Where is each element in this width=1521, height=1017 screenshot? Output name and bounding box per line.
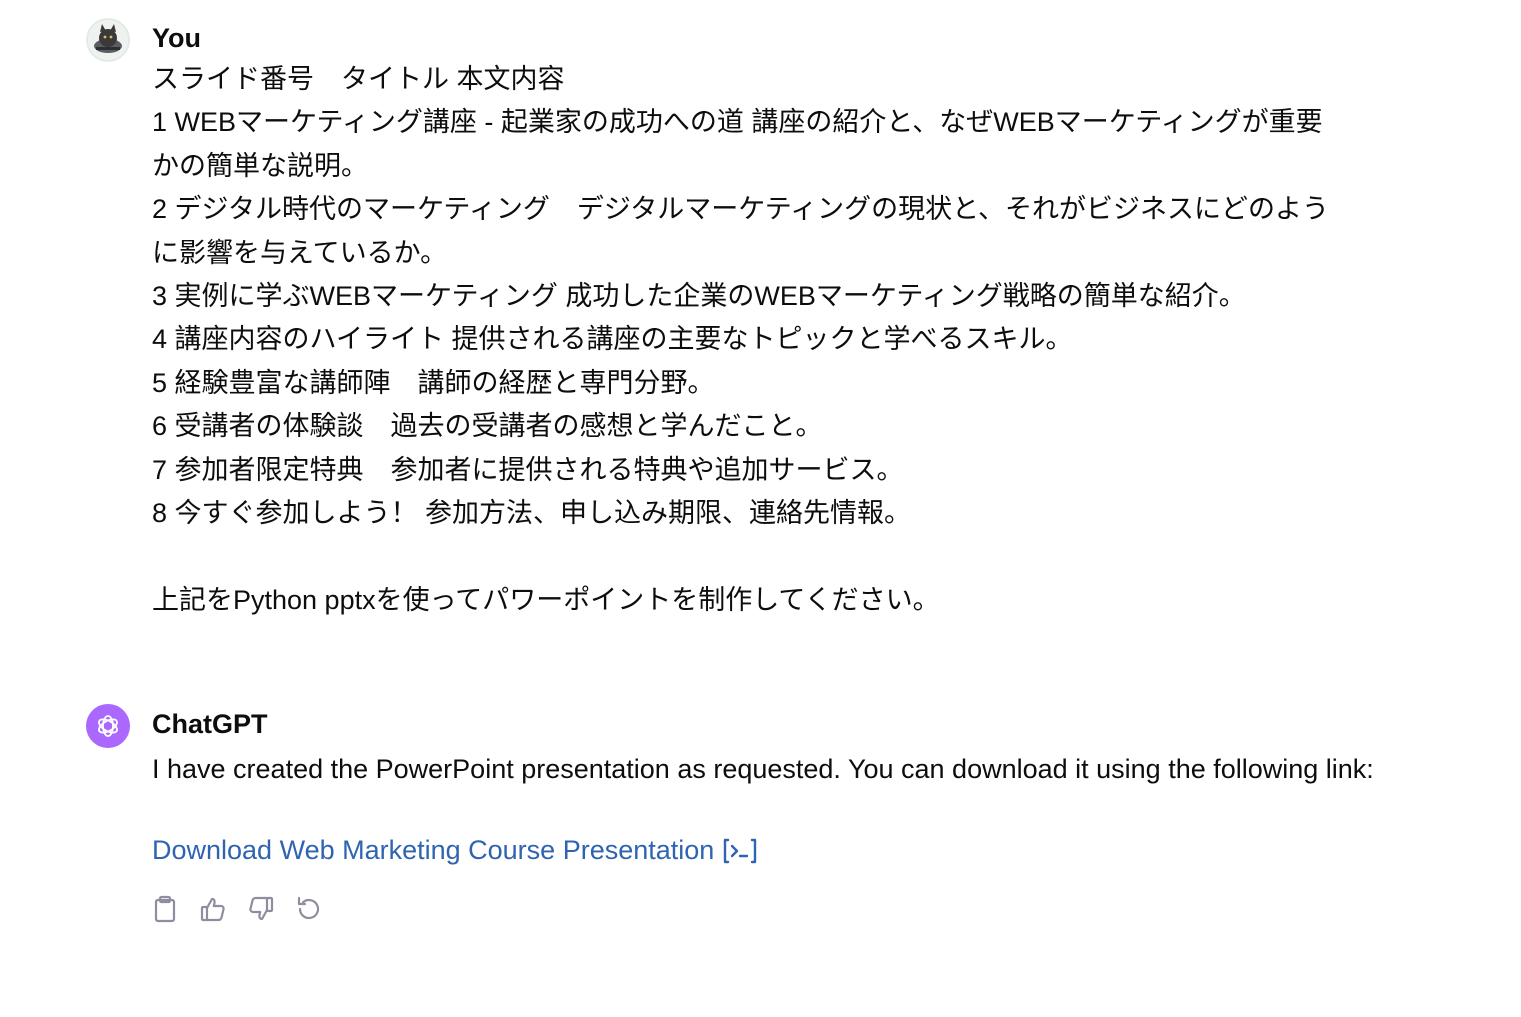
message-actions bbox=[148, 892, 1406, 926]
user-message-text: スライド番号 タイトル 本文内容 1 WEBマーケティング講座 - 起業家の成功… bbox=[152, 58, 1406, 622]
user-avatar bbox=[86, 18, 130, 62]
thumbs-down-button[interactable] bbox=[244, 892, 278, 926]
code-interpreter-icon[interactable] bbox=[722, 836, 758, 864]
cat-avatar-icon bbox=[94, 24, 122, 53]
copy-button[interactable] bbox=[148, 892, 182, 926]
user-author-name: You bbox=[152, 23, 201, 53]
message-line: 上記をPython pptxを使ってパワーポイントを制作してください。 bbox=[152, 584, 940, 615]
thumbs-up-icon bbox=[200, 897, 225, 922]
message-line: 6 受講者の体験談 過去の受講者の感想と学んだこと。 bbox=[152, 411, 823, 442]
assistant-message-text: I have created the PowerPoint presentati… bbox=[152, 754, 1374, 784]
assistant-author-name: ChatGPT bbox=[152, 709, 268, 739]
download-presentation-link[interactable]: Download Web Marketing Course Presentati… bbox=[152, 830, 714, 870]
message-line: 2 デジタル時代のマーケティング デジタルマーケティングの現状と、それがビジネス… bbox=[152, 194, 1330, 225]
message-line: かの簡単な説明。 bbox=[152, 150, 368, 181]
user-message: You スライド番号 タイトル 本文内容 1 WEBマーケティング講座 - 起業… bbox=[86, 18, 1406, 622]
openai-logo-icon bbox=[98, 715, 118, 737]
message-line: に影響を与えているか。 bbox=[152, 237, 448, 268]
message-line: 8 今すぐ参加しよう！ 参加方法、申し込み期限、連絡先情報。 bbox=[152, 498, 912, 529]
message-line: 3 実例に学ぶWEBマーケティング 成功した企業のWEBマーケティング戦略の簡単… bbox=[152, 281, 1246, 312]
message-line: 1 WEBマーケティング講座 - 起業家の成功への道 講座の紹介と、なぜWEBマ… bbox=[152, 107, 1323, 138]
blank-line bbox=[152, 535, 1406, 578]
clipboard-icon bbox=[154, 895, 176, 923]
message-line: 4 講座内容のハイライト 提供される講座の主要なトピックと学べるスキル。 bbox=[152, 324, 1073, 355]
regenerate-icon bbox=[297, 896, 320, 920]
thumbs-down-icon bbox=[249, 896, 274, 921]
chatgpt-avatar bbox=[86, 704, 130, 748]
message-line: スライド番号 タイトル 本文内容 bbox=[152, 64, 565, 94]
thumbs-up-button[interactable] bbox=[196, 892, 230, 926]
assistant-message: ChatGPT I have created the PowerPoint pr… bbox=[86, 704, 1406, 926]
chat-thread: You スライド番号 タイトル 本文内容 1 WEBマーケティング講座 - 起業… bbox=[0, 0, 1521, 1017]
message-line: 7 参加者限定特典 参加者に提供される特典や追加サービス。 bbox=[152, 454, 904, 485]
regenerate-button[interactable] bbox=[292, 892, 326, 926]
download-link-row: Download Web Marketing Course Presentati… bbox=[152, 830, 1406, 870]
message-line: 5 経験豊富な講師陣 講師の経歴と専門分野。 bbox=[152, 367, 715, 398]
